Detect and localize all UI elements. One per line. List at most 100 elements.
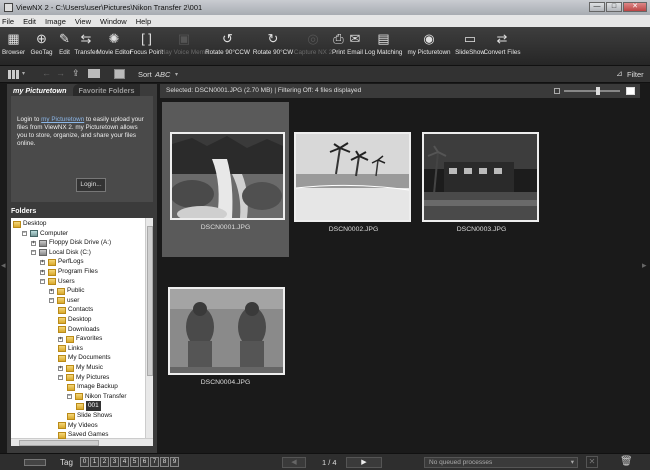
tree-item[interactable]: − Users bbox=[40, 277, 75, 287]
left-panel-toggle-icon[interactable]: ◂ bbox=[1, 260, 9, 274]
menu-view[interactable]: View bbox=[75, 17, 91, 26]
tree-hscroll-thumb[interactable] bbox=[19, 440, 99, 446]
toolbar-log-matching-button[interactable]: ▤ Log Matching bbox=[364, 29, 403, 64]
display-mode-icon[interactable] bbox=[88, 69, 100, 78]
tree-item[interactable]: My Videos bbox=[58, 421, 98, 431]
tree-item[interactable]: Contacts bbox=[58, 305, 93, 315]
tag-6-button[interactable]: 6 bbox=[140, 457, 149, 467]
toolbar-browser-button[interactable]: ▦ Browser bbox=[0, 29, 27, 64]
cancel-queue-icon[interactable]: ✕ bbox=[586, 456, 598, 468]
prev-page-button[interactable]: ◀ bbox=[282, 457, 306, 468]
expand-icon[interactable]: + bbox=[31, 240, 36, 246]
thumbnail-image-waterfall[interactable] bbox=[170, 132, 285, 222]
toolbar-print-button[interactable]: ⎙ Print bbox=[331, 29, 346, 64]
thumbnail-size-icon[interactable] bbox=[114, 69, 125, 79]
expand-icon[interactable]: + bbox=[58, 336, 63, 342]
tree-item[interactable]: Desktop bbox=[58, 315, 91, 325]
zoom-slider[interactable] bbox=[564, 90, 620, 92]
next-page-button[interactable]: ▶ bbox=[346, 457, 382, 468]
thumbnail-area[interactable]: Selected: DSCN0001.JPG (2.70 MB) | Filte… bbox=[160, 84, 640, 453]
toolbar-rotate-cw-button[interactable]: ↻ Rotate 90°CW bbox=[251, 29, 295, 64]
tree-item[interactable]: + My Music bbox=[58, 363, 103, 373]
close-button[interactable]: ✕ bbox=[623, 2, 647, 12]
tag-5-button[interactable]: 5 bbox=[130, 457, 139, 467]
toolbar-edit-button[interactable]: ✎ Edit bbox=[56, 29, 73, 64]
filter-icon[interactable]: ⊿ bbox=[616, 69, 623, 78]
thumbnail-image-statues[interactable] bbox=[168, 287, 285, 375]
menu-image[interactable]: Image bbox=[45, 17, 66, 26]
expand-icon[interactable]: + bbox=[58, 365, 63, 371]
toolbar-capture-nx-button[interactable]: ◎ Capture NX 2 bbox=[294, 29, 332, 64]
collapse-icon[interactable]: − bbox=[40, 279, 45, 285]
view-dropdown-icon[interactable]: ▾ bbox=[22, 70, 25, 77]
tag-0-button[interactable]: 0 bbox=[80, 457, 89, 467]
tree-vertical-scrollbar[interactable] bbox=[145, 218, 153, 438]
folder-up-icon[interactable]: ⇪ bbox=[72, 68, 80, 79]
tag-8-button[interactable]: 8 bbox=[160, 457, 169, 467]
collapse-icon[interactable]: − bbox=[31, 250, 36, 256]
back-arrow-icon[interactable]: ← bbox=[42, 68, 51, 78]
toolbar-picturetown-button[interactable]: ◉ my Picturetown bbox=[403, 29, 455, 64]
toolbar-voice-memo-button[interactable]: ▣ Play Voice Memo bbox=[160, 29, 209, 64]
thumbnail-item[interactable]: DSCN0004.JPG bbox=[162, 259, 289, 386]
tree-item[interactable]: + Favorites bbox=[58, 334, 102, 344]
thumbnail-item[interactable]: DSCN0003.JPG bbox=[418, 102, 545, 233]
expand-icon[interactable]: + bbox=[40, 269, 45, 275]
tree-item[interactable]: − Nikon Transfer bbox=[67, 392, 127, 402]
zoom-small-icon[interactable] bbox=[554, 88, 560, 94]
right-panel-toggle-icon[interactable]: ▸ bbox=[642, 260, 650, 274]
toolbar-focus-point-button[interactable]: [ ] Focus Point bbox=[129, 29, 164, 64]
tag-3-button[interactable]: 3 bbox=[110, 457, 119, 467]
forward-arrow-icon[interactable]: → bbox=[56, 68, 65, 78]
thumbnail-item[interactable]: DSCN0002.JPG bbox=[290, 102, 417, 233]
grid-view-icon[interactable] bbox=[8, 70, 20, 79]
tag-1-button[interactable]: 1 bbox=[90, 457, 99, 467]
filter-label[interactable]: Filter bbox=[627, 70, 644, 79]
collapse-icon[interactable]: − bbox=[67, 394, 72, 400]
toolbar-email-button[interactable]: ✉ Email bbox=[346, 29, 364, 64]
tree-item[interactable]: + PerfLogs bbox=[40, 257, 84, 267]
collapse-icon[interactable]: − bbox=[49, 298, 54, 304]
toolbar-slideshow-button[interactable]: ▭ SlideShow bbox=[455, 29, 485, 64]
thumbnail-item[interactable]: DSCN0001.JPG bbox=[162, 102, 289, 257]
menu-help[interactable]: Help bbox=[136, 17, 151, 26]
queue-status[interactable]: No queued processes ▾ bbox=[424, 457, 578, 468]
tag-2-button[interactable]: 2 bbox=[100, 457, 109, 467]
expand-icon[interactable]: + bbox=[49, 288, 54, 294]
menu-window[interactable]: Window bbox=[100, 17, 127, 26]
minimize-button[interactable]: — bbox=[589, 2, 605, 12]
tree-item[interactable]: Desktop bbox=[13, 219, 46, 229]
tree-item[interactable]: − Computer bbox=[22, 229, 68, 239]
thumbnail-image-night[interactable] bbox=[422, 132, 539, 222]
tree-item[interactable]: Saved Games bbox=[58, 430, 109, 440]
tree-item[interactable]: − My Pictures bbox=[58, 373, 109, 383]
collapse-icon[interactable]: − bbox=[22, 231, 27, 237]
tree-item[interactable]: Slide Shows bbox=[67, 411, 112, 421]
collapse-icon[interactable]: − bbox=[58, 375, 63, 381]
tree-item[interactable]: + Floppy Disk Drive (A:) bbox=[31, 238, 111, 248]
thumbnail-image-beach[interactable] bbox=[294, 132, 411, 222]
toolbar-transfer-button[interactable]: ⇆ Transfer bbox=[73, 29, 99, 64]
tree-item[interactable]: − user bbox=[49, 296, 79, 306]
toolbar-rotate-ccw-button[interactable]: ↺ Rotate 90°CCW bbox=[204, 29, 251, 64]
sort-dropdown-icon[interactable]: ▾ bbox=[175, 71, 178, 78]
toolbar-movie-editor-button[interactable]: ✺ Movie Editor bbox=[97, 29, 132, 64]
expand-icon[interactable]: + bbox=[40, 259, 45, 265]
tree-item[interactable]: + Program Files bbox=[40, 267, 98, 277]
sort-value[interactable]: ABC bbox=[155, 70, 170, 79]
compare-toggle[interactable] bbox=[24, 459, 46, 466]
trash-icon[interactable]: 🗑 bbox=[620, 456, 633, 467]
toolbar-convert-files-button[interactable]: ⇄ Convert Files bbox=[483, 29, 520, 64]
toolbar-geotag-button[interactable]: ⊕ GeoTag bbox=[27, 29, 56, 64]
tree-item[interactable]: 001 bbox=[76, 401, 101, 412]
zoom-slider-handle[interactable] bbox=[596, 87, 600, 95]
tag-9-button[interactable]: 9 bbox=[170, 457, 179, 467]
tree-item[interactable]: Image Backup bbox=[67, 382, 118, 392]
picturetown-link[interactable]: my Picturetown bbox=[41, 116, 84, 123]
login-button[interactable]: Login... bbox=[76, 178, 106, 192]
maximize-button[interactable]: □ bbox=[606, 2, 622, 12]
zoom-large-icon[interactable] bbox=[626, 87, 635, 95]
tag-7-button[interactable]: 7 bbox=[150, 457, 159, 467]
tree-item[interactable]: Downloads bbox=[58, 325, 100, 335]
tree-item[interactable]: Links bbox=[58, 344, 83, 354]
